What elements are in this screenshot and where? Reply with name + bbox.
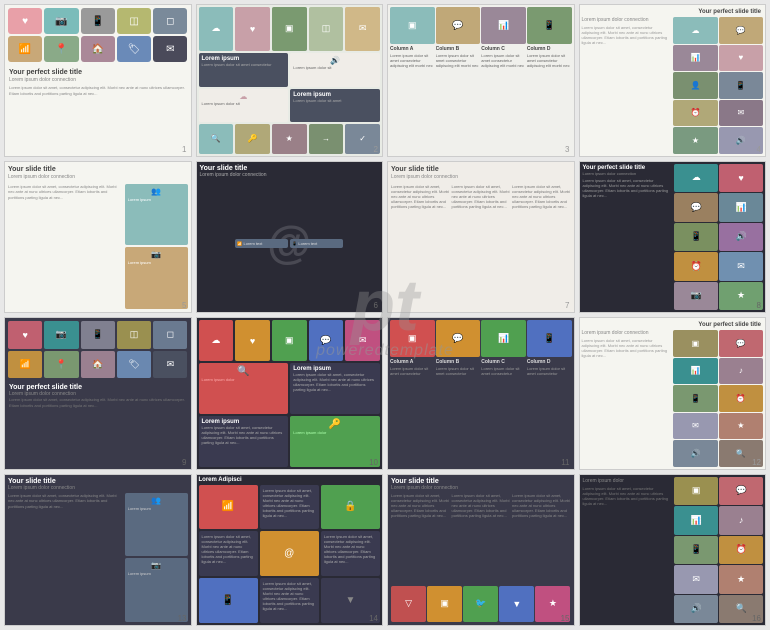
slide-1-title: Your perfect slide title (9, 68, 187, 77)
slide-6: Your slide title Lorem ipsum dolor conne… (196, 161, 384, 314)
slide-1-subtitle: Lorem ipsum dolor connection (9, 77, 187, 83)
slide-grid: ♥ 📷 📱 ◫ ◻ 📶 📍 🏠 🏷 ✉ Your perfect slide t… (0, 0, 770, 630)
slide-15-number: 15 (561, 614, 570, 623)
slide-4-subtitle: Lorem ipsum dolor connection (582, 17, 672, 23)
icon-mobile: 📱 (81, 8, 115, 34)
slide-7-number: 7 (565, 301, 569, 310)
slide-12-number: 12 (752, 458, 761, 467)
slide-8-number: 8 (757, 301, 761, 310)
slide-3-number: 3 (565, 145, 569, 154)
slide-6-title: Your slide title (200, 165, 380, 172)
icon-home: 🏠 (81, 36, 115, 62)
slide-7-title: Your slide title (391, 165, 571, 174)
slide-2: ☁ ♥ ▣ ◫ ✉ Lorem ipsum Lorem ipsum dolor … (196, 4, 384, 157)
icon-email: ✉ (153, 36, 187, 62)
slide-2-number: 2 (374, 145, 378, 154)
slide-14-number: 14 (369, 614, 378, 623)
slide-1-number: 1 (182, 145, 186, 154)
slide-11-number: 11 (561, 458, 569, 467)
slide-3: ▣ 💬 📊 📱 Column A Lorem ipsum dolor sit a… (387, 4, 575, 157)
slide-1-body: Lorem ipsum dolor sit amet, consectetur … (9, 85, 187, 96)
slide-1: ♥ 📷 📱 ◫ ◻ 📶 📍 🏠 🏷 ✉ Your perfect slide t… (4, 4, 192, 157)
slide-5-subtitle: Lorem ipsum dolor connection (8, 174, 188, 180)
slide-13: Your slide title Lorem ipsum dolor conne… (4, 474, 192, 627)
icon-wifi: 📶 (8, 36, 42, 62)
slide-6-number: 6 (374, 301, 378, 310)
icon-tag: 🏷 (117, 36, 151, 62)
icon-box4: ◫ (117, 8, 151, 34)
icon-location: 📍 (44, 36, 78, 62)
slide-5: Your slide title Lorem ipsum dolor conne… (4, 161, 192, 314)
slide-11: ▣ 💬 📊 📱 Column A Lorem ipsum dolor sit a… (387, 317, 575, 470)
slide-16-number: 16 (752, 614, 761, 623)
slide-10: ☁ ♥ ▣ 💬 ✉ 🔍 Lorem ipsum dolor Lorem ipsu… (196, 317, 384, 470)
slide-13-number: 13 (178, 614, 187, 623)
slide-4-number: 4 (757, 145, 761, 154)
slide-7: Your slide title Lorem ipsum dolor conne… (387, 161, 575, 314)
icon-camera: 📷 (44, 8, 78, 34)
slide-15: Your slide title Lorem ipsum dolor conne… (387, 474, 575, 627)
icon-heart: ♥ (8, 8, 42, 34)
slide-14: Lorem Adipisci 📶 Lorem ipsum dolor sit a… (196, 474, 384, 627)
slide-12: Your perfect slide title Lorem ipsum dol… (579, 317, 767, 470)
slide-9-number: 9 (182, 458, 186, 467)
slide-4-title: Your perfect slide title (698, 9, 761, 15)
icon-box5: ◻ (153, 8, 187, 34)
slide-7-subtitle: Lorem ipsum dolor connection (391, 174, 571, 180)
slide-4: Your perfect slide title Lorem ipsum dol… (579, 4, 767, 157)
slide-10-number: 10 (369, 458, 378, 467)
slide-8: Your perfect slide title Lorem ipsum dol… (579, 161, 767, 314)
slide-16: Lorem ipsum dolor Lorem ipsum dolor sit … (579, 474, 767, 627)
slide-9: ♥ 📷 📱 ◫ ◻ 📶 📍 🏠 🏷 ✉ Your perfect slide t… (4, 317, 192, 470)
slide-5-number: 5 (182, 301, 186, 310)
slide-5-title: Your slide title (8, 165, 188, 174)
